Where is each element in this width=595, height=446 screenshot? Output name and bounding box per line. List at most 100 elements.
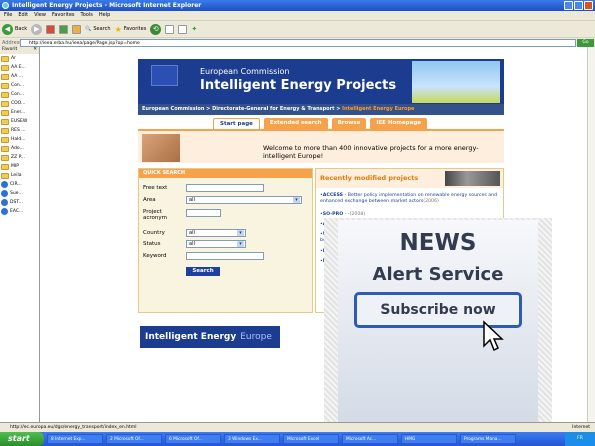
favorites-item[interactable]: AA E... bbox=[0, 63, 39, 72]
area-select[interactable]: all bbox=[186, 196, 302, 204]
favorites-button[interactable]: ★ Favorites bbox=[115, 23, 147, 36]
favorites-item[interactable]: EUSEW bbox=[0, 117, 39, 126]
status-url: http://ec.europa.eu/dgs/energy_transport… bbox=[10, 425, 137, 430]
favorites-item[interactable]: Leila bbox=[0, 171, 39, 180]
messenger-button[interactable]: ✦ bbox=[191, 23, 197, 36]
system-tray[interactable]: FR bbox=[565, 432, 595, 446]
banner-site-title: Intelligent Energy Projects bbox=[200, 78, 397, 93]
address-bar: Address http://ieea.erba.hu/ieea/page/Pa… bbox=[0, 37, 595, 47]
taskbar-button[interactable]: Programs Mana... bbox=[460, 434, 516, 444]
folder-icon bbox=[1, 118, 9, 125]
status-zone: Internet bbox=[572, 425, 590, 430]
taskbar-button[interactable]: 8 Internet Exp... bbox=[47, 434, 103, 444]
tab-extended-search[interactable]: Extended search bbox=[263, 118, 328, 129]
favorites-link[interactable]: CIR... bbox=[0, 180, 39, 189]
minimize-button[interactable] bbox=[564, 1, 573, 10]
toolbar: ◀ Back ▶ 🔍 Search ★ Favorites ⟲ ✦ bbox=[0, 20, 595, 37]
favorites-item[interactable]: Ado... bbox=[0, 144, 39, 153]
favorites-item[interactable]: COO... bbox=[0, 99, 39, 108]
acronym-input[interactable] bbox=[186, 209, 221, 217]
news-subtitle: Alert Service bbox=[372, 264, 504, 285]
folder-icon bbox=[1, 136, 9, 143]
back-button[interactable]: ◀ Back bbox=[2, 23, 27, 36]
address-input[interactable]: http://ieea.erba.hu/ieea/page/Page.jsp?o… bbox=[20, 39, 576, 47]
search-submit-button[interactable]: Search bbox=[186, 267, 220, 276]
taskbar-button[interactable]: Microsoft Ac... bbox=[342, 434, 398, 444]
folder-icon bbox=[1, 91, 9, 98]
favorites-item[interactable]: Con... bbox=[0, 81, 39, 90]
history-button[interactable]: ⟲ bbox=[150, 23, 162, 36]
recent-item[interactable]: •SO-PRO - -(2008) bbox=[320, 212, 500, 218]
vertical-scrollbar[interactable] bbox=[587, 47, 595, 422]
favorites-link[interactable]: EAC... bbox=[0, 207, 39, 216]
favorites-link[interactable]: DST... bbox=[0, 198, 39, 207]
tab-iee-homepage[interactable]: IEE Homepage bbox=[370, 118, 427, 129]
menu-file[interactable]: File bbox=[4, 11, 12, 20]
favorites-link[interactable]: Sue... bbox=[0, 189, 39, 198]
quick-search-panel: QUICK SEARCH Free text Area all Project … bbox=[138, 168, 313, 313]
taskbar-button[interactable]: Microsoft Excel bbox=[283, 434, 339, 444]
menu-favorites[interactable]: Favorites bbox=[52, 11, 75, 20]
status-label: Status bbox=[143, 241, 161, 247]
taskbar: start 8 Internet Exp... 2 Microsoft Of..… bbox=[0, 432, 595, 446]
favorites-item[interactable]: RES ... bbox=[0, 126, 39, 135]
menu-bar: File Edit View Favorites Tools Help bbox=[0, 11, 595, 20]
taskbar-button[interactable]: HMG bbox=[401, 434, 457, 444]
status-select[interactable]: all bbox=[186, 240, 246, 248]
menu-view[interactable]: View bbox=[34, 11, 46, 20]
favorites-item[interactable]: ZZ P... bbox=[0, 153, 39, 162]
forward-button[interactable]: ▶ bbox=[31, 23, 43, 36]
nav-tabs: Start page Extended search Browse IEE Ho… bbox=[213, 118, 427, 129]
country-select[interactable]: all bbox=[186, 229, 246, 237]
folder-icon bbox=[1, 100, 9, 107]
refresh-button[interactable] bbox=[59, 23, 69, 36]
home-icon bbox=[72, 24, 82, 34]
maximize-button[interactable] bbox=[574, 1, 583, 10]
stop-button[interactable] bbox=[46, 23, 56, 36]
messenger-icon: ✦ bbox=[191, 25, 198, 33]
menu-help[interactable]: Help bbox=[99, 11, 110, 20]
back-arrow-icon: ◀ bbox=[2, 23, 13, 35]
tab-browse[interactable]: Browse bbox=[331, 118, 367, 129]
favorites-panel: Favorit ✕ Ar AA E... AA ... Con... Con...… bbox=[0, 47, 40, 422]
menu-tools[interactable]: Tools bbox=[81, 11, 93, 20]
go-button[interactable]: Go bbox=[577, 39, 594, 47]
favorites-item[interactable]: Con... bbox=[0, 90, 39, 99]
favorites-item[interactable]: Hald... bbox=[0, 135, 39, 144]
folder-icon bbox=[1, 64, 9, 71]
keyword-input[interactable] bbox=[186, 252, 264, 260]
iee-logo[interactable]: Intelligent Energy Europe bbox=[140, 326, 280, 348]
taskbar-button[interactable]: 3 Windows Ex... bbox=[224, 434, 280, 444]
tab-start-page[interactable]: Start page bbox=[213, 118, 260, 129]
favorites-item[interactable]: MIP bbox=[0, 162, 39, 171]
welcome-photo bbox=[142, 134, 180, 162]
site-banner: European Commission Intelligent Energy P… bbox=[138, 59, 504, 115]
breadcrumb[interactable]: European Commission > Directorate-Genera… bbox=[138, 104, 504, 115]
close-button[interactable] bbox=[584, 1, 593, 10]
forward-arrow-icon: ▶ bbox=[31, 23, 43, 35]
folder-icon bbox=[1, 127, 9, 134]
banner-org: European Commission bbox=[200, 67, 290, 76]
mail-button[interactable] bbox=[165, 23, 175, 36]
start-button[interactable]: start bbox=[0, 432, 44, 446]
favorites-add-item[interactable]: Ar bbox=[0, 54, 39, 63]
folder-icon bbox=[1, 82, 9, 89]
home-button[interactable] bbox=[72, 23, 82, 36]
favorites-item[interactable]: AA ... bbox=[0, 72, 39, 81]
hand-cursor-icon bbox=[483, 320, 504, 352]
folder-icon bbox=[1, 163, 9, 170]
window-title: Intelligent Energy Projects - Microsoft … bbox=[12, 2, 202, 9]
free-text-input[interactable] bbox=[186, 184, 264, 192]
taskbar-button[interactable]: 2 Microsoft Of... bbox=[106, 434, 162, 444]
ie-icon bbox=[2, 2, 9, 9]
favorites-item[interactable]: Ener... bbox=[0, 108, 39, 117]
recent-item[interactable]: •ACCESS - Better policy implementation o… bbox=[320, 193, 500, 204]
close-icon[interactable]: ✕ bbox=[33, 47, 37, 54]
taskbar-button[interactable]: 6 Microsoft Of... bbox=[165, 434, 221, 444]
folder-icon bbox=[1, 109, 9, 116]
folder-icon bbox=[1, 172, 9, 179]
print-button[interactable] bbox=[178, 23, 188, 36]
search-button[interactable]: 🔍 Search bbox=[85, 23, 110, 36]
print-icon bbox=[178, 24, 188, 34]
menu-edit[interactable]: Edit bbox=[18, 11, 28, 20]
